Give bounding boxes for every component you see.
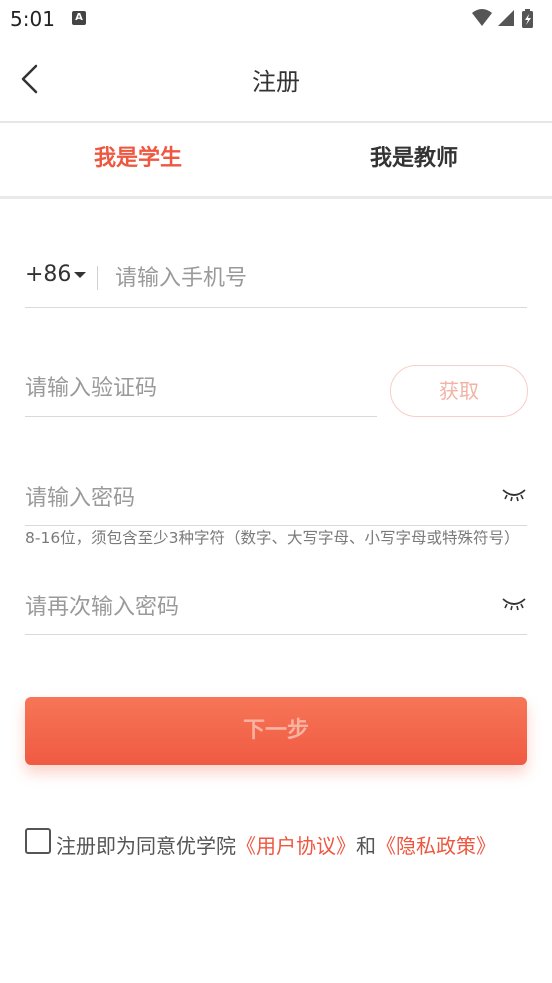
agree-checkbox[interactable] — [25, 828, 51, 854]
agreement-row: 注册即为同意优学院《用户协议》和《隐私政策》 — [25, 828, 545, 860]
input-underline — [25, 416, 377, 417]
verification-code-field: 请输入验证码 — [25, 358, 377, 417]
agreement-prefix: 注册即为同意优学院 — [56, 834, 236, 858]
role-tabs: 我是学生 我是教师 — [0, 123, 552, 199]
input-underline — [25, 307, 527, 308]
divider — [97, 266, 98, 290]
page-title: 注册 — [252, 68, 300, 96]
notification-icon: A — [72, 11, 86, 25]
eye-closed-icon[interactable] — [501, 486, 527, 502]
password-input[interactable]: 请输入密码 — [25, 480, 135, 512]
agreement-and: 和 — [356, 834, 376, 858]
country-code-value: +86 — [25, 262, 72, 287]
tabs-divider — [0, 196, 552, 199]
eye-closed-icon-svg — [502, 598, 526, 611]
caret-down-icon — [74, 272, 87, 278]
eye-closed-icon[interactable] — [501, 595, 527, 611]
status-bar: 5:01 A — [0, 0, 552, 40]
phone-field: +86 请输入手机号 — [25, 248, 527, 308]
confirm-password-field: 请再次输入密码 — [25, 577, 527, 635]
eye-closed-icon-svg — [502, 489, 526, 502]
password-field: 请输入密码 — [25, 468, 527, 526]
status-icons — [470, 8, 540, 30]
tab-teacher[interactable]: 我是教师 — [276, 123, 552, 195]
input-underline — [25, 634, 527, 635]
verification-code-input[interactable]: 请输入验证码 — [25, 370, 157, 402]
password-hint: 8-16位，须包含至少3种字符（数字、大写字母、小写字母或特殊符号） — [25, 529, 520, 547]
privacy-policy-link[interactable]: 《隐私政策》 — [376, 834, 496, 858]
next-step-button[interactable]: 下一步 — [25, 697, 527, 765]
get-code-button[interactable]: 获取 — [390, 365, 528, 417]
status-time: 5:01 — [10, 7, 55, 31]
agreement-text: 注册即为同意优学院《用户协议》和《隐私政策》 — [56, 830, 496, 859]
input-underline — [25, 525, 527, 526]
phone-input[interactable]: 请输入手机号 — [115, 260, 247, 292]
signal-battery-icons — [472, 9, 533, 28]
header: 注册 — [0, 40, 552, 120]
country-code-select[interactable]: +86 — [25, 262, 87, 287]
tab-student[interactable]: 我是学生 — [0, 123, 276, 195]
confirm-password-input[interactable]: 请再次输入密码 — [25, 589, 179, 621]
user-agreement-link[interactable]: 《用户协议》 — [236, 834, 356, 858]
